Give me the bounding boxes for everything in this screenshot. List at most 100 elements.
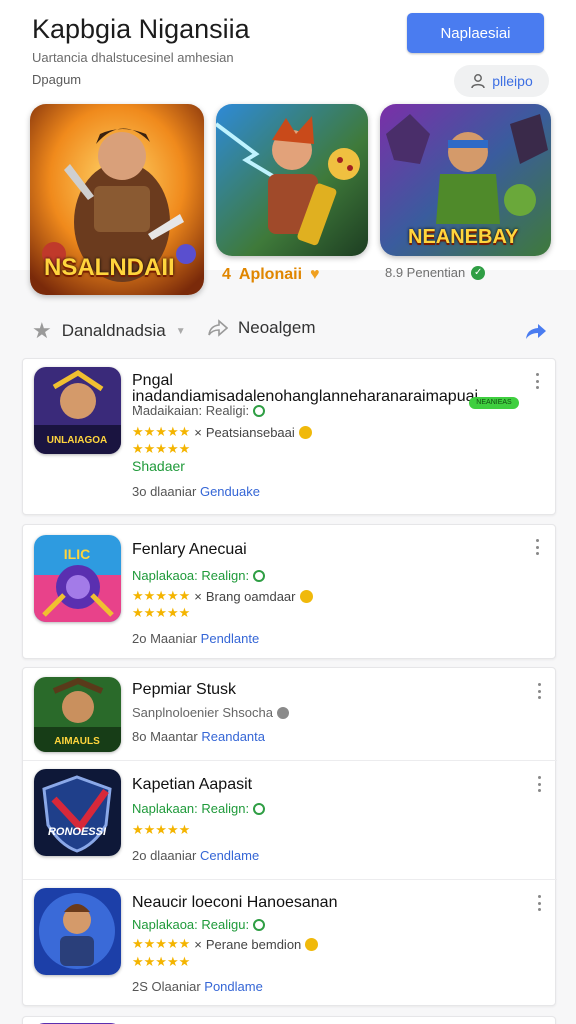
filter-option[interactable]: Neoalgem bbox=[208, 318, 316, 338]
developer-line: Madaikaian: Realigi: bbox=[132, 403, 266, 418]
app-icon: ILIC bbox=[34, 535, 121, 622]
developer-line: Sanplnoloenier Shsocha bbox=[132, 705, 289, 720]
featured-banner-1[interactable]: NSALNDAII bbox=[30, 104, 204, 295]
more-options-icon[interactable] bbox=[533, 893, 545, 913]
footer-line: 8o Maantar Reandanta bbox=[132, 729, 265, 744]
app-card-next[interactable] bbox=[22, 1016, 556, 1024]
user-chip[interactable]: plleipo bbox=[454, 65, 549, 97]
verified-icon bbox=[253, 802, 266, 815]
rating-row: ★★★★★ × Brang oamdaar bbox=[132, 588, 313, 604]
app-name[interactable]: Pngal inadandiamisadalenohanglanneharana… bbox=[132, 373, 522, 407]
footer-count: 3o dlaaniar bbox=[132, 484, 197, 499]
rating-separator: × bbox=[194, 588, 202, 604]
app-icon bbox=[34, 888, 121, 975]
more-options-icon[interactable] bbox=[533, 681, 545, 701]
rating-stars: ★★★★★ bbox=[132, 424, 191, 439]
app-icon: AIMAULS bbox=[34, 677, 121, 752]
app-name[interactable]: Kapetian Aapasit bbox=[132, 776, 522, 794]
developer-name: Naplakaoa: Realigu: bbox=[132, 917, 250, 932]
rating-row: ★★★★★ × Perane bemdion bbox=[132, 936, 319, 952]
footer-count: 8o Maantar bbox=[132, 729, 198, 744]
game-art-icon: UNLAIAGOA bbox=[34, 367, 121, 454]
verified-icon bbox=[253, 569, 266, 582]
app-card-2[interactable]: ILIC Fenlary Anecuai Naplakaoa: Realign:… bbox=[22, 524, 556, 659]
footer-link[interactable]: Pondlame bbox=[204, 979, 263, 994]
app-name[interactable]: Pepmiar Stusk bbox=[132, 681, 522, 699]
footer-link[interactable]: Pendlante bbox=[201, 631, 260, 646]
forward-icon[interactable] bbox=[524, 320, 548, 344]
app-row-4[interactable]: RONOESSI Kapetian Aapasit Naplakaan: Rea… bbox=[23, 761, 557, 879]
footer-link[interactable]: Reandanta bbox=[201, 729, 265, 744]
sort-dropdown-label: Danaldnadsia bbox=[61, 321, 166, 340]
developer-line: Naplakaan: Realign: bbox=[132, 801, 266, 816]
developer-line: Naplakaoa: Realigu: bbox=[132, 917, 266, 932]
app-icon: RONOESSI bbox=[34, 769, 121, 856]
footer-count: 2o Maaniar bbox=[132, 631, 198, 646]
rating-row: ★★★★★ × Peatsiansebaai bbox=[132, 424, 312, 440]
rating-separator: × bbox=[194, 424, 202, 440]
category-label: Dpagum bbox=[32, 72, 82, 87]
more-options-icon[interactable] bbox=[533, 774, 545, 794]
game-art-icon bbox=[34, 888, 121, 975]
banner-3-label: NEANEBAY bbox=[408, 226, 519, 248]
rating-stars: ★★★★★ bbox=[132, 588, 191, 603]
footer-link[interactable]: Cendlame bbox=[200, 848, 259, 863]
coin-icon bbox=[298, 425, 312, 439]
verified-icon bbox=[253, 404, 266, 417]
primary-action-button[interactable]: Naplaesiai bbox=[407, 13, 544, 53]
sort-dropdown[interactable]: ★ Danaldnadsia ▼ bbox=[32, 318, 186, 344]
banner-2-label: Aplonaii bbox=[238, 266, 303, 283]
rating-row: ★★★★★ bbox=[132, 822, 190, 838]
game-art-icon: ILIC bbox=[34, 535, 121, 622]
page-subtitle: Uartancia dhalstucesinel amhesian bbox=[32, 50, 234, 65]
game-art-icon: AIMAULS bbox=[34, 677, 121, 752]
rating-stars-2: ★★★★★ bbox=[132, 441, 191, 456]
more-options-icon[interactable] bbox=[531, 371, 543, 391]
app-name[interactable]: Neaucir loeconi Hanoesanan bbox=[132, 894, 522, 912]
developer-name: Naplakaan: Realign: bbox=[132, 801, 250, 816]
heart-badge-icon: ♥ bbox=[310, 266, 320, 283]
footer-line: 2S Olaaniar Pondlame bbox=[132, 979, 263, 994]
developer-line: Naplakaoa: Realign: bbox=[132, 568, 266, 583]
rating-row-2: ★★★★★ bbox=[132, 954, 190, 970]
app-icon: UNLAIAGOA bbox=[34, 367, 121, 454]
genre-label: Shadaer bbox=[132, 458, 185, 474]
developer-name: Madaikaian: Realigi: bbox=[132, 403, 250, 418]
app-icon-label: AIMAULS bbox=[54, 736, 100, 747]
rating-stars-2: ★★★★★ bbox=[132, 954, 191, 969]
app-list-card: AIMAULS Pepmiar Stusk Sanplnoloenier Shs… bbox=[22, 667, 557, 1006]
rating-meta: Peatsiansebaai bbox=[205, 424, 295, 440]
hero-lightning-artwork bbox=[216, 104, 368, 256]
rating-stars: ★★★★★ bbox=[132, 936, 191, 951]
more-options-icon[interactable] bbox=[531, 537, 543, 557]
app-card-1[interactable]: UNLAIAGOA Pngal inadandiamisadalenohangl… bbox=[22, 358, 556, 515]
app-row-3[interactable]: AIMAULS Pepmiar Stusk Sanplnoloenier Shs… bbox=[23, 668, 557, 760]
rating-meta: Perane bemdion bbox=[205, 936, 302, 952]
featured-banner-2[interactable] bbox=[216, 104, 368, 256]
coin-icon bbox=[299, 589, 313, 603]
banner-3-caption-text: 8.9 Penentian bbox=[385, 265, 466, 280]
banner-2-caption-prefix: 4 bbox=[222, 266, 231, 283]
footer-link[interactable]: Genduake bbox=[200, 484, 260, 499]
app-icon-label: RONOESSI bbox=[48, 826, 107, 838]
rating-stars-2: ★★★★★ bbox=[132, 605, 191, 620]
footer-line: 2o Maaniar Pendlante bbox=[132, 631, 259, 646]
featured-banner-3[interactable]: NEANEBAY bbox=[380, 104, 551, 256]
app-name[interactable]: Fenlary Anecuai bbox=[132, 541, 522, 559]
user-icon bbox=[471, 74, 485, 89]
filter-option-label: Neoalgem bbox=[238, 318, 316, 337]
coin-icon bbox=[305, 937, 319, 951]
banner-1-label: NSALNDAII bbox=[44, 254, 175, 281]
user-chip-label: plleipo bbox=[492, 73, 533, 89]
app-row-5[interactable]: Neaucir loeconi Hanoesanan Naplakaoa: Re… bbox=[23, 880, 557, 1006]
app-icon-label: ILIC bbox=[64, 546, 90, 562]
verified-icon bbox=[253, 918, 266, 931]
verified-icon bbox=[276, 706, 289, 719]
footer-line: 2o dlaaniar Cendlame bbox=[132, 848, 259, 863]
developer-name: Naplakaoa: Realign: bbox=[132, 568, 250, 583]
game-art-icon: RONOESSI bbox=[34, 769, 121, 856]
banner-3-caption: 8.9 Penentian ✓ bbox=[385, 265, 486, 280]
tag-pill: NEANIEAS bbox=[469, 397, 519, 409]
rating-meta: Brang oamdaar bbox=[205, 588, 296, 604]
share-arrow-icon bbox=[208, 319, 228, 337]
